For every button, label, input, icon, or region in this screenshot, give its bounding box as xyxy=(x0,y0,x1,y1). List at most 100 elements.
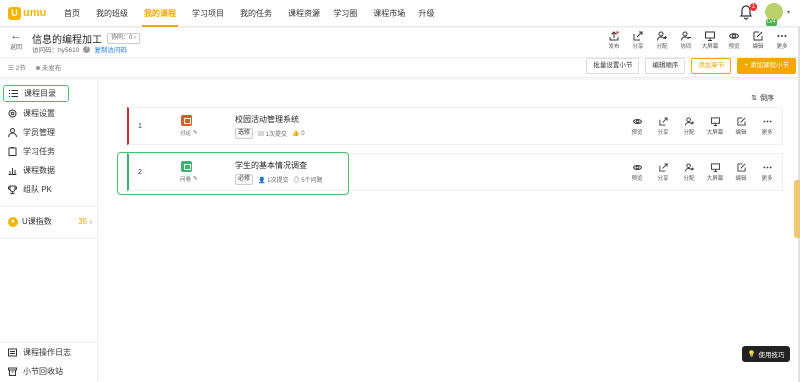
sort-label: 倒序 xyxy=(760,95,774,102)
nav-item-course-resources[interactable]: 课程资源 ▾ xyxy=(280,0,325,27)
section-title[interactable]: 校园活动管理系统 xyxy=(235,114,299,125)
share-icon xyxy=(633,31,643,41)
back-button[interactable]: ← 返回 xyxy=(8,31,24,52)
tips-button[interactable]: 💡 使用技巧 xyxy=(742,346,790,362)
chevron-down-icon[interactable]: ▾ xyxy=(787,9,790,16)
sidebar-item-tasks[interactable]: 学习任务 xyxy=(8,144,55,158)
screen-icon xyxy=(710,117,720,126)
row-action-label: 分配 xyxy=(683,130,695,136)
nav-item-learning-circle[interactable]: 学习圈 xyxy=(325,0,365,27)
sidebar-item-students[interactable]: 学员管理 xyxy=(8,125,55,139)
sidebar-item-data[interactable]: 课程数据 xyxy=(8,163,55,177)
u-index[interactable]: ★ U课指数 35 › xyxy=(8,216,92,227)
sort-icon: ⇅ xyxy=(751,95,757,102)
more-button[interactable]: 更多 xyxy=(770,31,794,50)
more-icon xyxy=(762,166,772,169)
share-button[interactable]: 分享 xyxy=(626,31,650,50)
help-icon[interactable]: ? xyxy=(83,45,91,53)
like-count-text: 0 xyxy=(301,131,305,137)
row-share-button[interactable]: 分享 xyxy=(650,163,676,182)
avatar[interactable]: LV4 xyxy=(764,3,783,26)
nav-items: 首页 我的班级 我的课程 学习项目 我的任务 课程资源 ▾ 学习圈 课程市场 ▾… xyxy=(56,0,443,27)
copy-code-link[interactable]: 复制访问码 xyxy=(94,44,127,54)
star-icon: ★ xyxy=(8,216,18,227)
preview-icon xyxy=(729,33,739,39)
list-icon: ☰ xyxy=(8,65,14,72)
row-action-label: 分配 xyxy=(683,176,695,182)
toolbar-buttons: 批量设置小节 编辑顺序 添加章节 + 添加课程小节 xyxy=(586,58,796,74)
action-label: 大屏幕 xyxy=(701,44,719,50)
status-dot xyxy=(35,66,40,71)
collab-label: 协同：0 xyxy=(111,35,133,41)
action-label: 发布 xyxy=(608,44,620,50)
publish-status-text: 未发布 xyxy=(41,65,62,72)
row-action-label: 大屏幕 xyxy=(706,130,724,136)
logo[interactable]: U umu xyxy=(8,6,56,20)
nav-item-course-market[interactable]: 课程市场 ▾ xyxy=(365,0,410,27)
row-assign-button[interactable]: 分配 xyxy=(676,163,702,182)
row-action-label: 大屏幕 xyxy=(706,176,724,182)
collab-button[interactable]: 协同 xyxy=(674,31,698,50)
row-preview-button[interactable]: 预览 xyxy=(624,117,650,136)
list-icon xyxy=(9,90,18,97)
sidebar-item-label: 小节回收站 xyxy=(23,366,63,376)
sidebar-item-label: 学员管理 xyxy=(23,127,55,137)
assign-button[interactable]: 分配 xyxy=(650,31,674,50)
screen-icon xyxy=(710,163,720,172)
document-icon: ▤ xyxy=(258,132,265,138)
add-chapter-button[interactable]: 添加章节 xyxy=(691,58,732,74)
sidebar-item-recycle-bin[interactable]: 小节回收站 xyxy=(8,364,63,378)
collab-count-badge[interactable]: 协同：0 › xyxy=(107,33,141,44)
action-label: 分配 xyxy=(656,44,668,50)
sidebar-item-label: 学习任务 xyxy=(23,146,55,156)
preview-button[interactable]: 预览 xyxy=(722,31,746,50)
sidebar-item-team-pk[interactable]: 组队 PK xyxy=(8,182,52,196)
sidebar-item-label: 课程目录 xyxy=(24,89,56,98)
row-action-label: 更多 xyxy=(761,176,773,182)
edit-order-button[interactable]: 编辑顺序 xyxy=(645,58,686,74)
sidebar-divider xyxy=(0,342,98,343)
logo-mark: U xyxy=(8,6,21,20)
add-section-button[interactable]: + 添加课程小节 xyxy=(737,58,796,74)
row-share-button[interactable]: 分享 xyxy=(650,117,676,136)
row-more-button[interactable]: 更多 xyxy=(754,163,780,182)
section-count-text: 2节 xyxy=(15,65,26,72)
batch-settings-button[interactable]: 批量设置小节 xyxy=(586,58,640,74)
big-screen-button[interactable]: 大屏幕 xyxy=(698,31,722,50)
row-preview-button[interactable]: 预览 xyxy=(624,163,650,182)
row-action-label: 编辑 xyxy=(735,130,747,136)
sidebar-item-settings[interactable]: 课程设置 xyxy=(8,106,55,120)
lightbulb-icon: 💡 xyxy=(747,351,756,358)
side-panel-handle[interactable] xyxy=(794,180,800,238)
pencil-icon[interactable]: ✎ xyxy=(193,130,198,136)
edit-button[interactable]: 编辑 xyxy=(746,31,770,50)
row-more-button[interactable]: 更多 xyxy=(754,117,780,136)
notification-badge: 1 xyxy=(749,3,757,11)
nav-item-upgrade[interactable]: 升级 xyxy=(411,0,443,27)
row-assign-button[interactable]: 分配 xyxy=(676,117,702,136)
publish-button[interactable]: 发布 xyxy=(602,31,626,50)
like-count: 👍 0 xyxy=(292,130,305,137)
assign-icon xyxy=(684,163,694,172)
sort-toggle[interactable]: ⇅ 倒序 xyxy=(751,93,774,103)
section-count: ☰ 2节 xyxy=(8,62,26,72)
sidebar-item-log[interactable]: 课程操作日志 xyxy=(8,345,71,359)
nav-item-learning-projects[interactable]: 学习项目 xyxy=(184,0,232,27)
row-edit-button[interactable]: 编辑 xyxy=(728,117,754,136)
toolbar-info: ☰ 2节 未发布 xyxy=(8,62,61,72)
trash-icon xyxy=(8,367,17,376)
row-edit-button[interactable]: 编辑 xyxy=(728,163,754,182)
row-screen-button[interactable]: 大屏幕 xyxy=(702,163,728,182)
row-actions: 预览 分享 分配 大屏幕 编辑 更多 xyxy=(624,117,780,136)
nav-item-home[interactable]: 首页 xyxy=(56,0,88,27)
nav-item-my-courses[interactable]: 我的课程 xyxy=(136,0,184,27)
section-row[interactable]: 1 讨论 ✎ 校园活动管理系统 选修 ▤ 1次提交 👍 0 预览 分享 分配 大… xyxy=(127,107,783,145)
share-icon xyxy=(658,163,668,172)
nav-right: 1 LV4 ▾ xyxy=(739,3,790,26)
row-action-label: 编辑 xyxy=(735,176,747,182)
row-screen-button[interactable]: 大屏幕 xyxy=(702,117,728,136)
sidebar-item-catalog[interactable]: 课程目录 xyxy=(3,85,69,102)
nav-item-my-classes[interactable]: 我的班级 xyxy=(88,0,136,27)
nav-item-my-tasks[interactable]: 我的任务 xyxy=(232,0,280,27)
notification-bell[interactable]: 1 xyxy=(739,3,757,20)
